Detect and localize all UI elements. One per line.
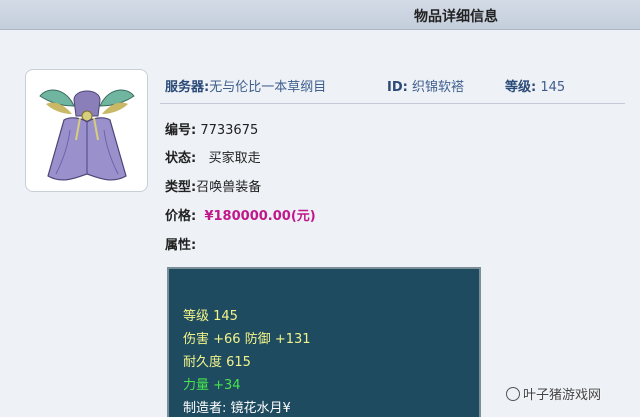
- watermark: 叶子猪游戏网: [506, 384, 601, 403]
- attr-damage-defense: 伤害 +66 防御 +131: [183, 332, 311, 347]
- page-title: 物品详细信息: [414, 9, 498, 25]
- item-info-row: 服务器:无与伦比一本草纲目 ID: 织锦软褡 等级: 145: [165, 76, 625, 98]
- id-info: ID: 织锦软褡: [387, 80, 464, 95]
- price-value: ¥180000.00(元): [204, 209, 316, 224]
- level-info: 等级: 145: [505, 80, 566, 95]
- server-info: 服务器:无与伦比一本草纲目: [165, 80, 327, 95]
- field-price: 价格: ¥180000.00(元): [165, 209, 316, 224]
- attr-level: 等级 145: [183, 309, 238, 324]
- field-type: 类型:召唤兽装备: [165, 180, 262, 195]
- attr-maker: 制造者: 镜花水月¥: [183, 401, 291, 416]
- field-attributes: 属性:: [165, 238, 197, 253]
- field-number: 编号: 7733675: [165, 123, 259, 138]
- watermark-logo-icon: [506, 387, 520, 401]
- pet-armor-icon: [39, 89, 135, 181]
- page-header: 物品详细信息: [0, 0, 640, 30]
- attr-durability: 耐久度 615: [183, 355, 251, 370]
- divider: [160, 103, 625, 104]
- item-thumbnail: [25, 69, 148, 192]
- attr-strength: 力量 +34: [183, 378, 241, 393]
- field-status: 状态: 买家取走: [165, 151, 261, 166]
- attributes-panel: 等级 145 伤害 +66 防御 +131 耐久度 615 力量 +34 制造者…: [167, 267, 481, 417]
